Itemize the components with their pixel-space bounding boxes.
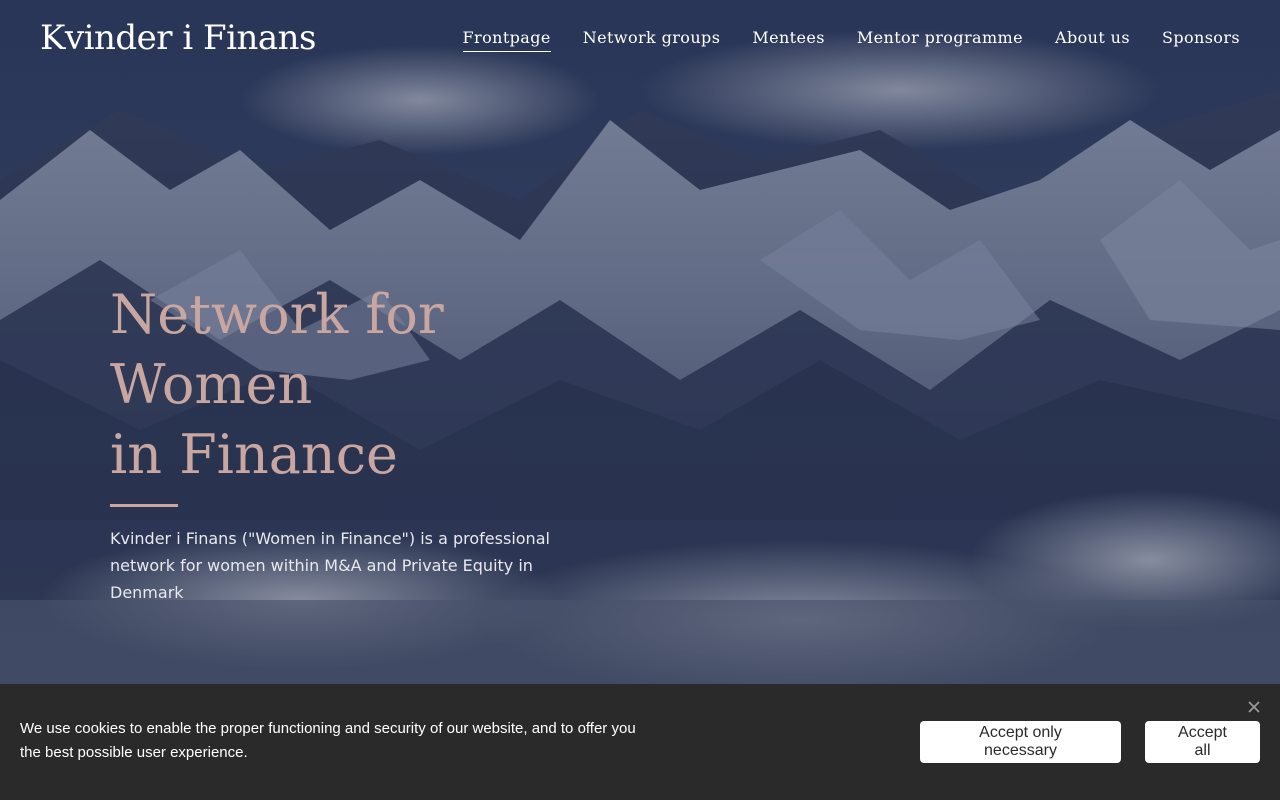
cookie-banner: We use cookies to enable the proper func… xyxy=(0,684,1280,800)
hero-title-line1: Network for Women xyxy=(110,283,444,416)
nav-item-mentees[interactable]: Mentees xyxy=(752,28,825,52)
page: Kvinder i Finans Frontpage Network group… xyxy=(0,0,1280,800)
hero-divider xyxy=(110,504,178,507)
close-icon[interactable] xyxy=(1246,699,1262,715)
hero-title: Network for Women in Finance xyxy=(110,280,630,490)
hero-title-line2: in Finance xyxy=(110,423,398,486)
accept-all-button[interactable]: Accept all xyxy=(1145,721,1260,763)
main-nav: Frontpage Network groups Mentees Mentor … xyxy=(462,28,1240,52)
nav-item-network-groups[interactable]: Network groups xyxy=(583,28,721,52)
hero-subtitle: Kvinder i Finans ("Women in Finance") is… xyxy=(110,529,550,602)
nav-item-mentor-programme[interactable]: Mentor programme xyxy=(857,28,1023,52)
nav-item-sponsors[interactable]: Sponsors xyxy=(1162,28,1240,52)
site-logo[interactable]: Kvinder i Finans xyxy=(40,18,317,58)
nav-item-frontpage[interactable]: Frontpage xyxy=(462,28,551,52)
hero-content: Network for Women in Finance Kvinder i F… xyxy=(110,280,630,606)
nav-item-about-us[interactable]: About us xyxy=(1055,28,1130,52)
site-header: Kvinder i Finans Frontpage Network group… xyxy=(0,0,1280,80)
accept-necessary-button[interactable]: Accept only necessary xyxy=(920,721,1121,763)
cookie-banner-text: We use cookies to enable the proper func… xyxy=(20,720,636,761)
